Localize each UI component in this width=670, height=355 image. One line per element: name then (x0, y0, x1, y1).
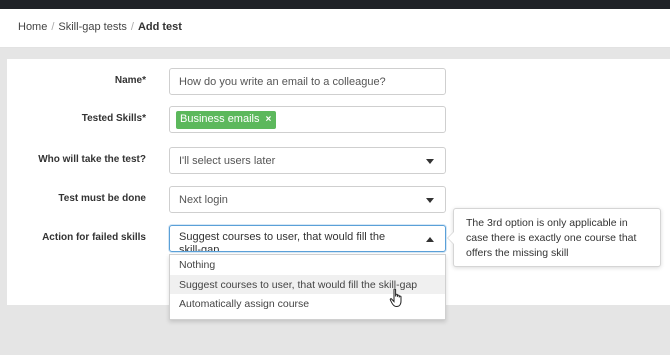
breadcrumb-separator: / (130, 21, 134, 33)
breadcrumb-skill-gap-tests-link[interactable]: Skill-gap tests (58, 21, 126, 33)
caret-down-icon (426, 198, 434, 203)
failed-action-select-value: Suggest courses to user, that would fill… (179, 231, 386, 251)
caret-down-icon (426, 159, 434, 164)
skill-tag-label: Business emails (180, 113, 260, 125)
failed-action-label: Action for failed skills (42, 232, 146, 243)
caret-up-icon (426, 237, 434, 242)
failed-action-dropdown-menu: Nothing Suggest courses to user, that wo… (169, 254, 446, 320)
breadcrumb-separator: / (51, 21, 55, 33)
tested-skills-input[interactable]: Business emails × (169, 106, 446, 133)
hand-pointer-cursor (389, 288, 402, 308)
breadcrumb-bar: Home / Skill-gap tests / Add test (0, 9, 670, 48)
who-takes-label: Who will take the test? (38, 154, 146, 165)
breadcrumb-home-link[interactable]: Home (18, 21, 47, 33)
help-tooltip: The 3rd option is only applicable in cas… (447, 208, 661, 267)
name-input[interactable]: How do you write an email to a colleague… (169, 68, 446, 95)
name-input-value: How do you write an email to a colleague… (179, 76, 386, 88)
must-be-done-select-value: Next login (179, 194, 228, 206)
who-takes-select[interactable]: I'll select users later (169, 147, 446, 174)
name-label: Name* (114, 75, 146, 86)
breadcrumb-current: Add test (137, 21, 182, 33)
must-be-done-label: Test must be done (58, 193, 146, 204)
dropdown-option-nothing[interactable]: Nothing (170, 255, 445, 275)
help-tooltip-text: The 3rd option is only applicable in cas… (466, 217, 637, 259)
breadcrumb: Home / Skill-gap tests / Add test (18, 21, 182, 33)
tested-skills-label: Tested Skills* (81, 113, 146, 124)
who-takes-select-value: I'll select users later (179, 155, 276, 167)
skill-tag: Business emails × (176, 111, 277, 129)
must-be-done-select[interactable]: Next login (169, 186, 446, 213)
remove-tag-icon[interactable]: × (265, 114, 271, 125)
top-navbar (0, 0, 670, 9)
failed-action-select[interactable]: Suggest courses to user, that would fill… (169, 225, 446, 252)
